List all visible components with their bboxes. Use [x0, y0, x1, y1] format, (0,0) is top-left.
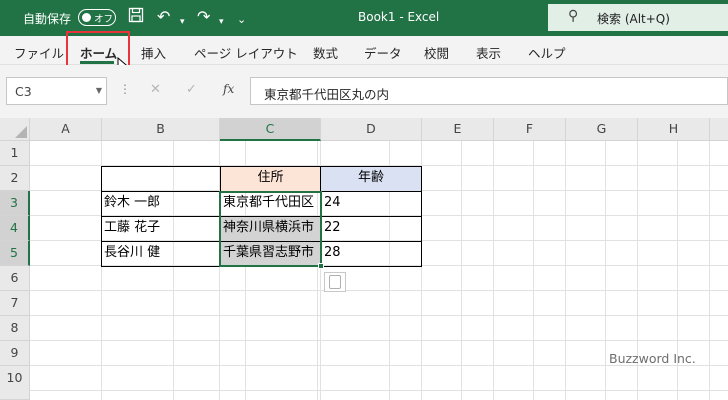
autosave-state: オフ — [94, 14, 114, 25]
cell-b4[interactable]: 工藤 花子 — [101, 216, 219, 241]
window-title: Book1 - Excel — [358, 10, 440, 24]
tab-view[interactable]: 表示 — [476, 43, 501, 62]
search-box[interactable]: ⚲ 検索 (Alt+Q) — [548, 4, 728, 31]
name-box[interactable]: C3 ▼ — [6, 77, 107, 105]
tab-data[interactable]: データ — [364, 43, 402, 62]
cell-b5[interactable]: 長谷川 健 — [101, 241, 219, 266]
row-header-4[interactable]: 4 — [0, 216, 30, 241]
column-header-e[interactable]: E — [422, 118, 494, 141]
table-header-border — [220, 166, 422, 192]
table-line — [320, 166, 321, 192]
grid-line — [493, 141, 494, 400]
row-header-7[interactable]: 7 — [0, 291, 30, 316]
corner-triangle-icon — [15, 126, 27, 138]
table-empty-header-border — [101, 166, 221, 192]
cell-d5[interactable]: 28 — [321, 241, 421, 266]
tab-insert[interactable]: 挿入 — [141, 43, 166, 62]
tab-formulas[interactable]: 数式 — [313, 43, 338, 62]
tab-file[interactable]: ファイル — [14, 43, 64, 62]
customize-toolbar-icon[interactable]: ⌄ — [237, 10, 246, 30]
column-header-partial — [710, 118, 728, 141]
redo-icon[interactable]: ↷ — [197, 7, 210, 27]
cell-d4[interactable]: 22 — [321, 216, 421, 241]
clipboard-icon — [329, 275, 341, 289]
search-label: 検索 (Alt+Q) — [597, 12, 670, 26]
column-header-d[interactable]: D — [321, 118, 422, 141]
save-icon[interactable] — [128, 7, 144, 28]
cell-d3[interactable]: 24 — [321, 191, 421, 216]
column-header-c[interactable]: C — [220, 118, 321, 141]
insert-function-icon[interactable]: fx — [223, 82, 234, 96]
paste-options-button[interactable] — [324, 272, 346, 292]
formula-content: 東京都千代田区丸の内 — [264, 87, 390, 102]
undo-dropdown-icon[interactable]: ▾ — [180, 12, 185, 32]
cancel-icon[interactable]: ✕ — [150, 82, 161, 97]
grid-line — [709, 141, 710, 400]
formula-bar: C3 ▼ ⋮ ✕ ✓ fx 東京都千代田区丸の内 — [0, 65, 728, 118]
redo-dropdown-icon[interactable]: ▾ — [219, 12, 224, 32]
row-header-9[interactable]: 9 — [0, 341, 30, 366]
row-header-5[interactable]: 5 — [0, 241, 30, 266]
more-icon: ⋮ — [119, 82, 131, 96]
search-icon: ⚲ — [568, 8, 579, 24]
tab-review[interactable]: 校閲 — [424, 43, 449, 62]
row-header-3[interactable]: 3 — [0, 191, 30, 216]
selection-range — [219, 191, 322, 267]
autosave-label: 自動保存 — [23, 12, 72, 26]
grid-line — [565, 141, 566, 400]
row-header-8[interactable]: 8 — [0, 316, 30, 341]
formula-input[interactable]: 東京都千代田区丸の内 — [250, 77, 728, 105]
undo-icon[interactable]: ↶ — [157, 7, 170, 27]
column-header-h[interactable]: H — [638, 118, 710, 141]
enter-icon[interactable]: ✓ — [186, 82, 197, 97]
column-header-b[interactable]: B — [102, 118, 220, 141]
row-header-1[interactable]: 1 — [0, 141, 30, 166]
toggle-knob — [82, 12, 91, 22]
tab-page-layout[interactable]: ページ レイアウト — [194, 43, 298, 62]
chevron-down-icon[interactable]: ▼ — [96, 86, 102, 95]
select-all-corner[interactable] — [0, 118, 30, 141]
fill-handle[interactable] — [318, 263, 324, 269]
cell-b3[interactable]: 鈴木 一郎 — [101, 191, 219, 216]
row-header-6[interactable]: 6 — [0, 266, 30, 291]
column-header-g[interactable]: G — [566, 118, 638, 141]
tab-help[interactable]: ヘルプ — [528, 43, 566, 62]
column-header-f[interactable]: F — [494, 118, 566, 141]
watermark: Buzzword Inc. — [609, 351, 696, 366]
autosave-toggle[interactable]: オフ — [78, 9, 116, 26]
row-header-10[interactable]: 10 — [0, 366, 30, 400]
column-header-a[interactable]: A — [30, 118, 102, 141]
name-box-value: C3 — [15, 84, 32, 99]
row-header-2[interactable]: 2 — [0, 166, 30, 191]
